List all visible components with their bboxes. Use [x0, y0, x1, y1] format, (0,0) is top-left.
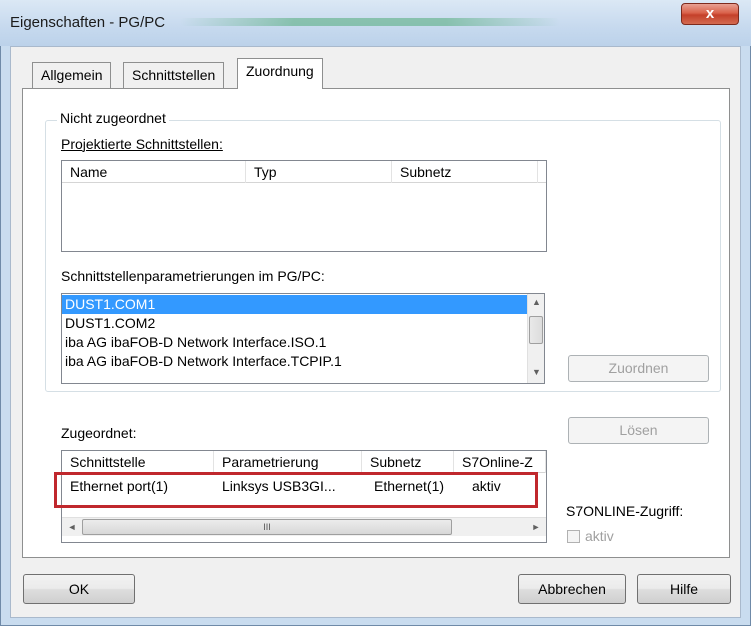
projected-interfaces-label-text: Projektierte Schnittstellen: — [61, 136, 223, 152]
ok-button-label: OK — [68, 581, 90, 597]
title-bar-glow — [180, 18, 560, 26]
assigned-list-header: Schnittstelle Parametrierung Subnetz S7O… — [62, 451, 546, 473]
column-header-subnetz[interactable]: Subnetz — [392, 161, 538, 183]
active-checkbox-label: aktiv — [585, 528, 614, 544]
column-header-parametrierung[interactable]: Parametrierung — [214, 451, 362, 473]
highlight-annotation — [54, 472, 538, 508]
help-button-label: Hilfe — [669, 581, 698, 597]
assigned-horizontal-scrollbar[interactable]: ◄ III ► — [62, 517, 546, 536]
assign-button[interactable]: Zuordnen — [568, 355, 709, 382]
title-bar[interactable]: Eigenschaften - PG/PC x — [0, 0, 751, 46]
params-vertical-scrollbar[interactable]: ▲ ▼ — [527, 294, 544, 383]
active-checkbox[interactable] — [567, 530, 580, 543]
list-item[interactable]: iba AG ibaFOB-D Network Interface.ISO.1 — [62, 333, 527, 352]
release-button[interactable]: Lösen — [568, 417, 709, 444]
s7online-access-label: S7ONLINE-Zugriff: — [566, 503, 684, 519]
tab-zuordnung[interactable]: Zuordnung — [237, 58, 323, 89]
release-button-label: Lösen — [619, 422, 658, 438]
params-list: DUST1.COM1 DUST1.COM2 iba AG ibaFOB-D Ne… — [62, 295, 527, 371]
column-header-typ[interactable]: Typ — [246, 161, 392, 183]
column-header-s7online[interactable]: S7Online-Z — [454, 451, 546, 473]
ok-button[interactable]: OK — [23, 574, 135, 604]
projected-interfaces-list[interactable]: Name Typ Subnetz — [61, 160, 547, 252]
help-button[interactable]: Hilfe — [637, 574, 731, 604]
list-item[interactable]: DUST1.COM2 — [62, 314, 527, 333]
params-listbox[interactable]: DUST1.COM1 DUST1.COM2 iba AG ibaFOB-D Ne… — [61, 293, 545, 384]
column-header-schnittstelle[interactable]: Schnittstelle — [62, 451, 214, 473]
window-title: Eigenschaften - PG/PC — [10, 14, 166, 31]
cancel-button-label: Abbrechen — [538, 581, 606, 597]
scroll-down-icon[interactable]: ▼ — [528, 364, 544, 381]
tab-schnittstellen[interactable]: Schnittstellen — [123, 62, 225, 88]
tab-allgemein[interactable]: Allgemein — [32, 62, 112, 88]
params-label: Schnittstellenparametrierungen im PG/PC: — [61, 268, 325, 284]
close-icon: x — [705, 5, 715, 22]
scroll-left-icon[interactable]: ◄ — [64, 519, 80, 535]
scroll-grip-icon: III — [263, 522, 271, 532]
scroll-right-icon[interactable]: ► — [528, 519, 544, 535]
close-button[interactable]: x — [681, 3, 739, 25]
list-item[interactable]: iba AG ibaFOB-D Network Interface.TCPIP.… — [62, 352, 527, 371]
group-not-assigned-legend: Nicht zugeordnet — [57, 110, 169, 126]
column-header-subnetz[interactable]: Subnetz — [362, 451, 454, 473]
assign-button-label: Zuordnen — [608, 360, 669, 376]
list-item[interactable]: DUST1.COM1 — [62, 295, 527, 314]
cancel-button[interactable]: Abbrechen — [518, 574, 626, 604]
projected-list-header: Name Typ Subnetz — [62, 161, 546, 183]
scroll-up-icon[interactable]: ▲ — [528, 294, 544, 311]
column-header-name[interactable]: Name — [62, 161, 246, 183]
scroll-thumb[interactable]: III — [82, 519, 452, 535]
projected-interfaces-label: Projektierte Schnittstellen: — [61, 136, 223, 152]
scroll-thumb[interactable] — [529, 316, 543, 344]
assigned-label: Zugeordnet: — [61, 425, 137, 441]
